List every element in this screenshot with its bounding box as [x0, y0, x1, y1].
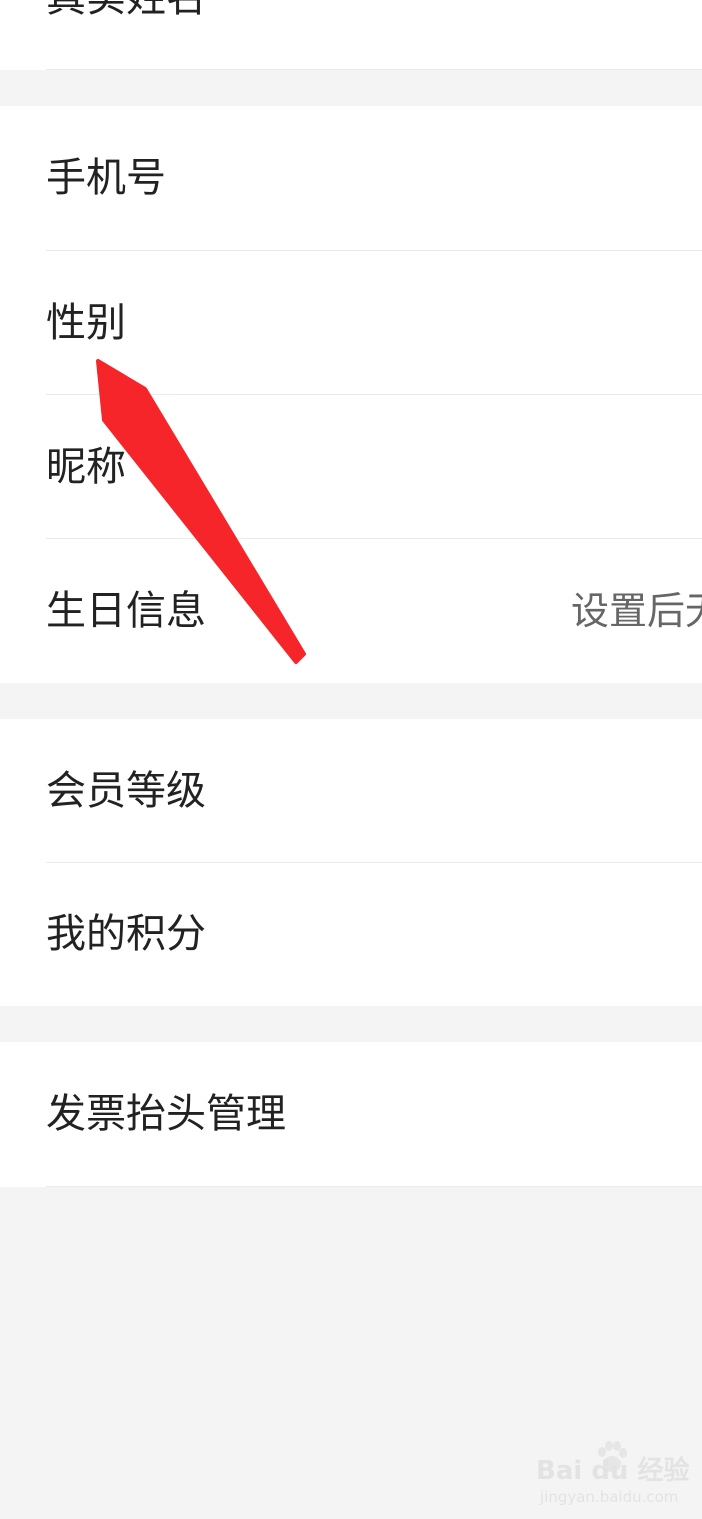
- settings-group-name: 真实姓名: [0, 0, 702, 70]
- profile-settings-page: 真实姓名 手机号 性别 昵称 生日信息 设置后无 会员等级 我的积分: [0, 0, 702, 1519]
- settings-row-nickname[interactable]: 昵称: [0, 395, 702, 539]
- settings-row-gender[interactable]: 性别: [0, 251, 702, 395]
- baidu-jingyan-watermark: Bai du 经验 jingyan.baidu.com: [536, 1440, 690, 1510]
- settings-group-basic-info: 手机号 性别 昵称 生日信息 设置后无: [0, 106, 702, 683]
- settings-row-label: 手机号: [46, 155, 166, 201]
- row-divider: [46, 1186, 702, 1187]
- settings-row-label: 真实姓名: [46, 0, 206, 20]
- settings-row-label: 发票抬头管理: [46, 1091, 286, 1137]
- settings-group-membership: 会员等级 我的积分: [0, 719, 702, 1006]
- settings-row-label: 性别: [46, 300, 126, 346]
- watermark-main-text: Bai du 经验: [536, 1456, 690, 1486]
- settings-row-real-name[interactable]: 真实姓名: [0, 0, 702, 70]
- settings-row-points[interactable]: 我的积分: [0, 862, 702, 1006]
- settings-row-label: 生日信息: [46, 588, 206, 634]
- settings-row-value: 设置后无: [571, 589, 702, 633]
- settings-row-invoice-title[interactable]: 发票抬头管理: [0, 1042, 702, 1186]
- settings-row-label: 会员等级: [46, 768, 206, 814]
- row-divider: [46, 69, 702, 70]
- settings-row-label: 昵称: [46, 444, 126, 490]
- settings-row-label: 我的积分: [46, 911, 206, 957]
- settings-row-phone[interactable]: 手机号: [0, 106, 702, 250]
- settings-row-birthday[interactable]: 生日信息 设置后无: [0, 539, 702, 683]
- settings-group-invoice: 发票抬头管理: [0, 1042, 702, 1187]
- settings-row-member-level[interactable]: 会员等级: [0, 719, 702, 863]
- watermark-sub-text: jingyan.baidu.com: [540, 1488, 679, 1506]
